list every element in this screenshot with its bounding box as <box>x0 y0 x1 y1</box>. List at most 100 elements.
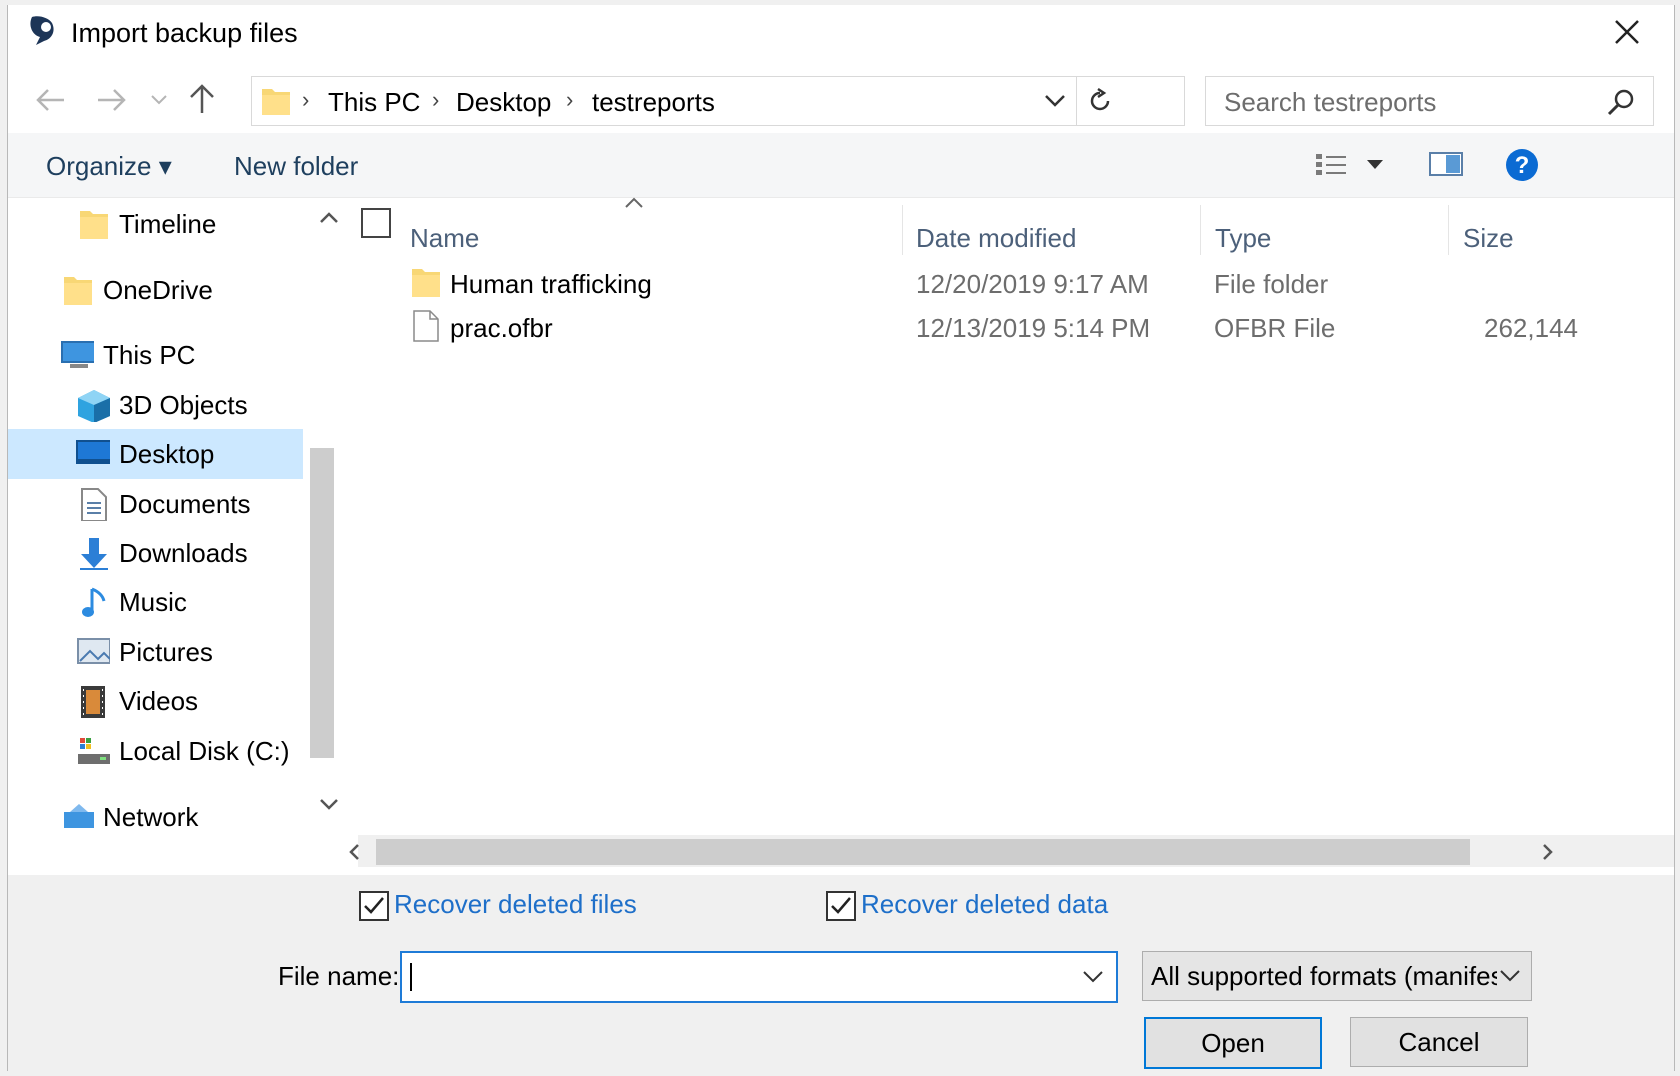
view-dropdown-chevron-icon[interactable] <box>1366 159 1384 171</box>
help-icon[interactable]: ? <box>1504 147 1540 183</box>
computer-icon <box>61 341 94 368</box>
recover-files-label[interactable]: Recover deleted files <box>394 889 637 920</box>
import-dialog: Import backup files › This PC › Desktop … <box>7 5 1675 1071</box>
music-icon <box>82 587 106 617</box>
file-name-dropdown-chevron-icon[interactable] <box>1082 969 1104 985</box>
folder-icon <box>80 211 108 239</box>
sort-ascending-chevron-icon <box>625 197 643 208</box>
back-arrow-icon[interactable] <box>34 87 66 113</box>
nav-item-pictures[interactable]: Pictures <box>68 629 318 677</box>
nav-item-network[interactable]: Network <box>52 794 312 842</box>
nav-item-label: Network <box>103 802 199 832</box>
nav-item-local-disk[interactable]: Local Disk (C:) <box>68 728 318 776</box>
nav-item-label: Downloads <box>119 538 248 568</box>
nav-item-desktop[interactable]: Desktop <box>8 429 303 479</box>
refresh-icon[interactable] <box>1086 87 1114 115</box>
nav-item-timeline[interactable]: Timeline <box>68 201 308 249</box>
title-bar: Import backup files <box>8 5 1674 61</box>
column-header-name[interactable]: Name <box>410 223 479 254</box>
filter-dropdown-chevron-icon[interactable] <box>1499 968 1521 984</box>
filter-value: All supported formats (manifes <box>1151 961 1497 991</box>
command-bar: Organize ▾ New folder ? <box>8 133 1674 198</box>
navigation-scrollbar[interactable] <box>310 198 352 881</box>
file-size: 262,144 <box>1484 313 1578 343</box>
nav-item-label: Videos <box>119 686 199 716</box>
preview-pane-icon[interactable] <box>1428 149 1464 179</box>
close-button[interactable] <box>1612 18 1642 48</box>
picture-icon <box>77 638 110 664</box>
column-header-type[interactable]: Type <box>1215 223 1271 254</box>
column-divider[interactable] <box>902 205 903 255</box>
breadcrumb-this-pc[interactable]: This PC <box>328 87 420 118</box>
cancel-button[interactable]: Cancel <box>1350 1017 1528 1067</box>
view-options-icon[interactable] <box>1314 151 1348 179</box>
nav-item-documents[interactable]: Documents <box>68 481 318 529</box>
scroll-down-chevron-icon[interactable] <box>318 796 340 812</box>
text-caret <box>410 963 412 991</box>
search-box[interactable]: Search testreports <box>1205 76 1654 126</box>
column-header-date[interactable]: Date modified <box>916 223 1076 254</box>
nav-item-label: This PC <box>103 340 196 370</box>
nav-item-label: Music <box>119 587 187 617</box>
forward-arrow-icon[interactable] <box>96 87 128 113</box>
video-icon <box>81 686 105 718</box>
file-icon <box>413 310 439 342</box>
scrollbar-thumb[interactable] <box>310 448 334 758</box>
select-all-checkbox[interactable] <box>361 208 391 238</box>
file-type: File folder <box>1214 269 1329 299</box>
file-name-input[interactable] <box>400 951 1118 1003</box>
breadcrumb-testreports[interactable]: testreports <box>592 87 715 118</box>
scroll-up-chevron-icon[interactable] <box>318 210 340 226</box>
column-header-size[interactable]: Size <box>1463 223 1514 254</box>
recover-data-label[interactable]: Recover deleted data <box>861 889 1108 920</box>
column-divider[interactable] <box>1448 205 1449 255</box>
breadcrumb-separator-icon: › <box>302 87 310 112</box>
nav-item-this-pc[interactable]: This PC <box>52 332 312 380</box>
breadcrumb-separator-icon: › <box>566 87 574 112</box>
search-icon <box>1607 89 1634 116</box>
cube-icon <box>78 390 110 422</box>
scroll-right-chevron-icon[interactable] <box>1538 843 1556 861</box>
scroll-left-chevron-icon[interactable] <box>346 843 364 861</box>
address-dropdown-chevron-icon[interactable] <box>1044 93 1066 109</box>
search-placeholder: Search testreports <box>1224 87 1437 117</box>
recent-locations-chevron-icon[interactable] <box>150 93 168 107</box>
recover-files-checkbox[interactable] <box>359 891 389 921</box>
nav-item-downloads[interactable]: Downloads <box>68 530 318 578</box>
network-icon <box>64 804 94 828</box>
folder-icon <box>64 277 92 305</box>
file-type: OFBR File <box>1214 313 1336 343</box>
checkmark-icon <box>831 897 851 914</box>
nav-item-onedrive[interactable]: OneDrive <box>52 267 312 315</box>
file-name: Human trafficking <box>450 269 652 299</box>
file-date: 12/13/2019 5:14 PM <box>916 313 1151 343</box>
up-arrow-icon[interactable] <box>188 83 216 115</box>
new-folder-button[interactable]: New folder <box>234 151 358 182</box>
folder-icon <box>412 269 440 297</box>
nav-item-3d-objects[interactable]: 3D Objects <box>68 382 318 430</box>
window-title: Import backup files <box>71 18 298 48</box>
nav-item-music[interactable]: Music <box>68 579 318 627</box>
folder-icon <box>262 89 290 115</box>
scrollbar-thumb[interactable] <box>376 839 1470 865</box>
desktop-icon <box>76 440 110 464</box>
breadcrumb-desktop[interactable]: Desktop <box>456 87 551 118</box>
recover-data-checkbox[interactable] <box>826 891 856 921</box>
nav-item-label: Pictures <box>119 637 213 667</box>
column-divider[interactable] <box>1200 205 1201 255</box>
file-name: prac.ofbr <box>450 313 553 343</box>
address-bar[interactable]: › This PC › Desktop › testreports <box>251 76 1185 126</box>
organize-button[interactable]: Organize ▾ <box>46 151 172 182</box>
document-icon <box>81 488 107 521</box>
file-list-hscrollbar[interactable] <box>349 835 1674 867</box>
nav-item-label: OneDrive <box>103 275 213 305</box>
file-date: 12/20/2019 9:17 AM <box>916 269 1149 299</box>
nav-item-videos[interactable]: Videos <box>68 678 318 726</box>
file-type-filter[interactable]: All supported formats (manifes <box>1142 951 1532 1001</box>
file-name-label: File name: <box>278 961 400 991</box>
file-row[interactable]: Human trafficking 12/20/2019 9:17 AM Fil… <box>408 261 1654 305</box>
open-button[interactable]: Open <box>1144 1017 1322 1069</box>
disk-icon <box>78 738 110 764</box>
nav-item-label: Documents <box>119 489 251 519</box>
file-row[interactable]: prac.ofbr 12/13/2019 5:14 PM OFBR File 2… <box>408 305 1654 349</box>
